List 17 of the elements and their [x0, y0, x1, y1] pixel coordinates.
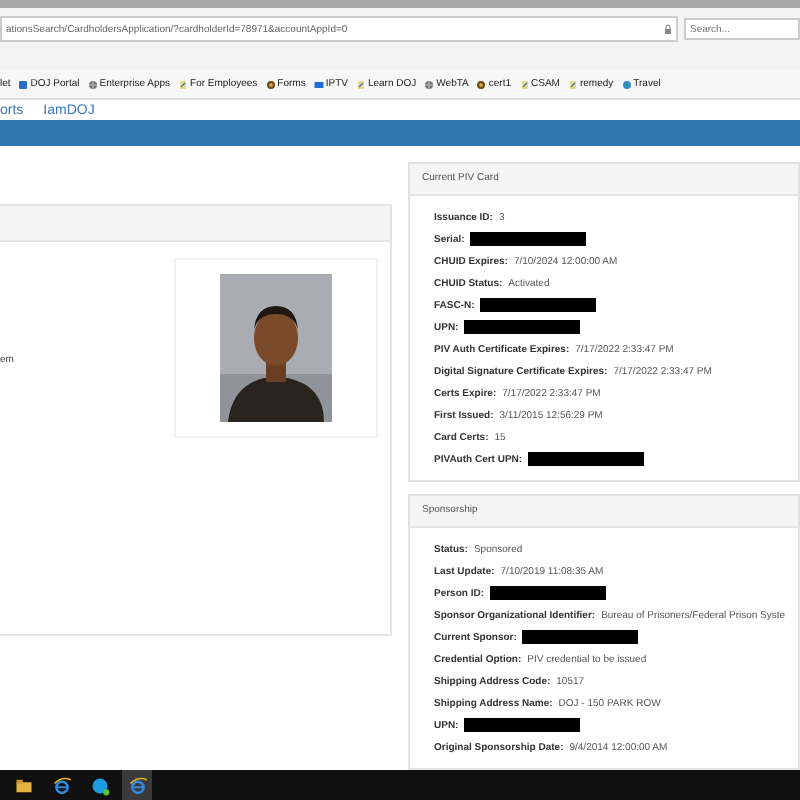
globe-icon — [424, 79, 435, 89]
browser-icon — [127, 775, 147, 795]
seal-icon — [476, 79, 487, 89]
globe-icon — [621, 79, 632, 89]
taskbar-button[interactable] — [122, 770, 152, 800]
folder-icon — [13, 775, 33, 795]
page-icon — [178, 79, 189, 89]
lock-icon — [664, 24, 672, 34]
screen-icon — [313, 79, 324, 89]
chat-icon — [89, 775, 109, 795]
seal-icon — [265, 79, 276, 89]
page-icon — [567, 79, 578, 89]
page-icon — [355, 79, 366, 89]
portal-icon — [18, 79, 29, 89]
page-icon — [519, 79, 529, 89]
browser-icon — [51, 775, 71, 795]
globe-icon — [87, 79, 98, 89]
